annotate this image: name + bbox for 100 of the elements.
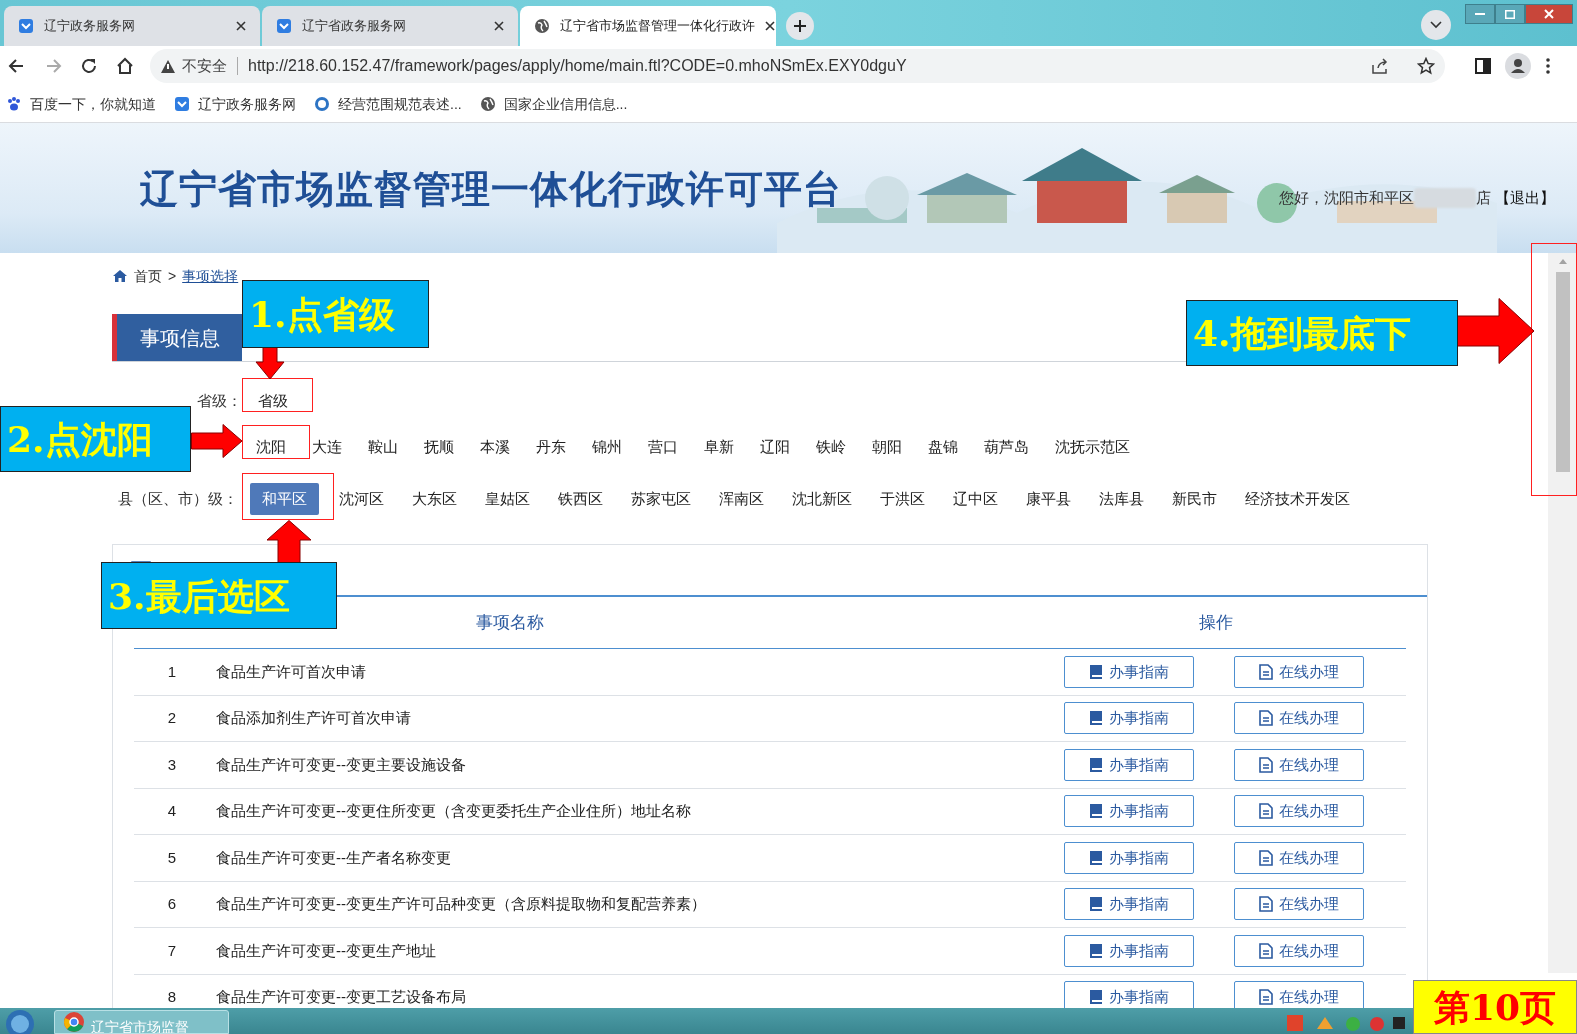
book-icon [1089, 849, 1103, 866]
region-option[interactable]: 铁西区 [550, 483, 611, 515]
browser-icon [63, 1011, 85, 1033]
bookmark[interactable]: 经营范围规范表述... [314, 93, 462, 115]
region-option[interactable]: 沈阳 [248, 431, 294, 463]
forward-icon [44, 57, 62, 75]
region-option[interactable]: 朝阳 [864, 431, 910, 463]
table-cell-text: 8 [166, 987, 178, 1007]
region-option[interactable]: 和平区 [250, 483, 319, 515]
region-option[interactable]: 锦州 [584, 431, 630, 463]
breadcrumb-link[interactable]: 事项选择 [182, 265, 239, 287]
browser-tab[interactable]: 辽宁省政务服务网 [262, 6, 518, 46]
book-icon [1089, 756, 1103, 773]
tab-list-button[interactable] [1421, 10, 1451, 40]
guide-button[interactable]: 办事指南 [1064, 841, 1194, 874]
document-icon [1259, 942, 1273, 959]
guide-button[interactable]: 办事指南 [1064, 795, 1194, 828]
bookmark[interactable]: 百度一下，你就知道 [6, 93, 156, 115]
region-option[interactable]: 大连 [304, 431, 350, 463]
breadcrumb-link[interactable]: 首页 [134, 265, 162, 287]
region-option[interactable]: 辽中区 [945, 483, 1006, 515]
region-option[interactable]: 皇姑区 [477, 483, 538, 515]
browser-tab[interactable]: 辽宁省市场监督管理一体化行政许 [520, 6, 776, 46]
table-cell-text: 食品生产许可首次申请 [215, 661, 367, 682]
shield-icon [18, 18, 34, 34]
region-option[interactable]: 辽阳 [752, 431, 798, 463]
close-icon [1544, 9, 1554, 19]
book-icon [1089, 896, 1103, 913]
minimize-button[interactable] [1465, 4, 1495, 24]
logout-link[interactable]: 【退出】 [1495, 187, 1555, 210]
region-option[interactable]: 铁岭 [808, 431, 854, 463]
online-button[interactable]: 在线办理 [1234, 934, 1364, 967]
region-option[interactable]: 沈北新区 [784, 483, 860, 515]
region-option[interactable]: 新民市 [1164, 483, 1225, 515]
callout-label: 1.点省级 [242, 280, 429, 348]
minimize-icon [1475, 13, 1485, 15]
region-option[interactable]: 苏家屯区 [623, 483, 699, 515]
table-cell-text: 7 [166, 940, 178, 961]
table-cell-text: 食品生产许可变更--变更住所变更（含变更委托生产企业住所）地址名称 [215, 801, 692, 821]
guide-button[interactable]: 办事指南 [1064, 702, 1194, 735]
callout-label: 3.最后选区 [101, 562, 337, 629]
region-option[interactable]: 于洪区 [872, 483, 933, 515]
bookmark[interactable]: 国家企业信用信息... [479, 93, 628, 115]
maximize-button[interactable] [1495, 4, 1525, 24]
scrollbar-thumb[interactable] [1555, 272, 1570, 472]
guide-button[interactable]: 办事指南 [1064, 888, 1194, 921]
plus-icon [793, 19, 807, 33]
share-icon [1371, 57, 1389, 75]
document-icon [1259, 849, 1273, 866]
region-option[interactable]: 抚顺 [416, 431, 462, 463]
browser-tab[interactable]: 辽宁政务服务网 [4, 6, 260, 46]
table-cell-text: 食品生产许可变更--变更生产地址 [215, 940, 437, 961]
table-cell-text: 5 [166, 847, 178, 868]
guide-button[interactable]: 办事指南 [1064, 748, 1194, 781]
region-option[interactable]: 浑南区 [711, 483, 772, 515]
region-option[interactable]: 本溪 [472, 431, 518, 463]
region-option[interactable]: 沈抚示范区 [1047, 431, 1138, 463]
region-option[interactable]: 营口 [640, 431, 686, 463]
close-icon [765, 21, 775, 31]
guide-button[interactable]: 办事指南 [1064, 655, 1194, 688]
table-cell-text: 1 [166, 661, 178, 682]
region-option[interactable]: 大东区 [404, 483, 465, 515]
address-field[interactable]: 不安全 http://218.60.152.47/framework/pages/apply/home/main.ftl?CODE=0.mhoNSmEx.EXY0dguY [150, 49, 1445, 83]
region-option[interactable]: 沈河区 [331, 483, 392, 515]
redaction-blur [1414, 188, 1476, 209]
restore-icon [1505, 9, 1515, 19]
document-icon [1259, 896, 1273, 913]
home-icon [116, 57, 134, 75]
region-option[interactable]: 盘锦 [920, 431, 966, 463]
table-cell-text: 食品生产许可变更--生产者名称变更 [215, 847, 452, 868]
page-label: 第10页 [1413, 980, 1577, 1034]
section-tab[interactable]: 事项信息 [112, 314, 242, 361]
bookmark[interactable]: 辽宁政务服务网 [174, 93, 296, 115]
guide-button[interactable]: 办事指南 [1064, 934, 1194, 967]
region-option[interactable]: 丹东 [528, 431, 574, 463]
shield-icon [276, 18, 292, 34]
close-icon [236, 21, 246, 31]
online-button[interactable]: 在线办理 [1234, 841, 1364, 874]
region-option[interactable]: 法库县 [1091, 483, 1152, 515]
online-button[interactable]: 在线办理 [1234, 655, 1364, 688]
online-button[interactable]: 在线办理 [1234, 795, 1364, 828]
scroll-up-icon [1558, 259, 1567, 264]
book-icon [1089, 803, 1103, 820]
online-button[interactable]: 在线办理 [1234, 888, 1364, 921]
region-option[interactable]: 鞍山 [360, 431, 406, 463]
new-tab-button[interactable] [786, 12, 814, 40]
online-button[interactable]: 在线办理 [1234, 702, 1364, 735]
district-label: 县（区、市）级： [117, 488, 238, 509]
region-option[interactable]: 康平县 [1018, 483, 1079, 515]
region-option[interactable]: 葫芦岛 [976, 431, 1037, 463]
online-button[interactable]: 在线办理 [1234, 748, 1364, 781]
greeting-text: 店 [1476, 188, 1491, 208]
region-option[interactable]: 经济技术开发区 [1237, 483, 1358, 515]
region-option[interactable]: 阜新 [696, 431, 742, 463]
region-option[interactable]: 省级 [250, 385, 296, 417]
book-icon [1089, 663, 1103, 680]
greeting-text: 您好，沈阳市和平区 [1279, 188, 1414, 208]
close-button[interactable] [1525, 4, 1573, 24]
shield-icon [174, 96, 190, 112]
scrollbar[interactable] [1548, 253, 1577, 973]
